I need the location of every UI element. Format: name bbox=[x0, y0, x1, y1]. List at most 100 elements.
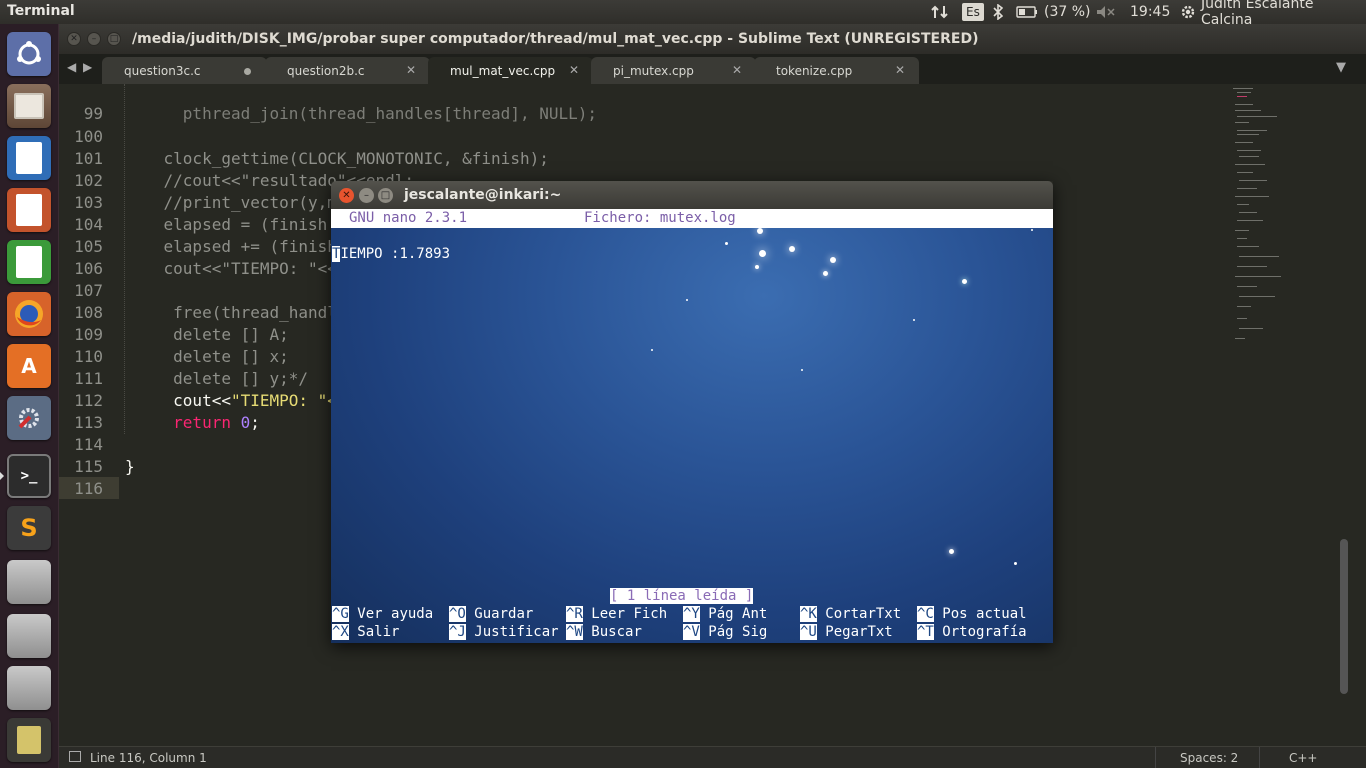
battery-icon[interactable] bbox=[1016, 3, 1038, 21]
ubuntu-logo-icon bbox=[7, 32, 51, 76]
network-transfer-icon[interactable] bbox=[931, 3, 949, 21]
line-number: 115 bbox=[74, 457, 103, 476]
star bbox=[1014, 562, 1017, 565]
firefox-icon bbox=[7, 292, 51, 336]
panel-toggle-icon[interactable] bbox=[69, 751, 81, 762]
launcher-files[interactable] bbox=[5, 82, 53, 130]
star bbox=[725, 242, 728, 245]
modified-dot-icon[interactable] bbox=[244, 68, 251, 75]
file-content-line[interactable]: TIEMPO :1.7893 bbox=[332, 246, 450, 262]
document-icon bbox=[7, 136, 51, 180]
launcher-system-settings[interactable] bbox=[5, 394, 53, 442]
clock[interactable]: 19:45 bbox=[1130, 3, 1170, 21]
close-icon[interactable]: ✕ bbox=[895, 63, 905, 77]
terminal-maximize-button[interactable]: □ bbox=[378, 188, 393, 203]
line-number: 101 bbox=[74, 149, 103, 168]
shortcut-save[interactable]: ^O Guardar bbox=[449, 606, 533, 622]
launcher-impress[interactable] bbox=[5, 186, 53, 234]
star bbox=[789, 246, 795, 252]
shortcut-prev-page[interactable]: ^Y Pág Ant bbox=[683, 606, 767, 622]
sublime-titlebar: ✕ – □ /media/judith/DISK_IMG/probar supe… bbox=[59, 24, 1366, 54]
terminal-title: jescalante@inkari:~ bbox=[404, 187, 562, 203]
shortcut-cur-pos[interactable]: ^C Pos actual bbox=[917, 606, 1027, 622]
tab-list-dropdown-icon[interactable]: ▼ bbox=[1336, 60, 1346, 75]
tab-bar: ◀ ▶ question3c.c question2b.c ✕ mul_mat_… bbox=[59, 54, 1366, 84]
star bbox=[913, 319, 915, 321]
keyboard-layout-indicator[interactable]: Es bbox=[962, 3, 984, 21]
settings-icon bbox=[7, 396, 51, 440]
shortcut-cut-text[interactable]: ^K CortarTxt bbox=[800, 606, 901, 622]
tab-mul-mat-vec[interactable]: mul_mat_vec.cpp ✕ bbox=[428, 57, 593, 84]
tab-tokenize[interactable]: tokenize.cpp ✕ bbox=[754, 57, 919, 84]
close-icon[interactable]: ✕ bbox=[569, 63, 579, 77]
line-number: 116 bbox=[74, 479, 103, 498]
tab-question3c[interactable]: question3c.c bbox=[102, 57, 267, 84]
close-icon[interactable]: ✕ bbox=[732, 63, 742, 77]
shortcut-next-page[interactable]: ^V Pág Sig bbox=[683, 624, 767, 640]
shortcut-where-is[interactable]: ^W Buscar bbox=[566, 624, 642, 640]
launcher-terminal[interactable]: >_ bbox=[5, 452, 53, 500]
top-panel: Terminal Es (37 %) 19:45 Judith Escalant… bbox=[0, 0, 1366, 28]
launcher-drive-3[interactable] bbox=[5, 664, 53, 712]
line-number: 99 bbox=[83, 104, 103, 123]
launcher-dash[interactable] bbox=[5, 30, 53, 78]
tab-scroll-right-icon[interactable]: ▶ bbox=[83, 60, 92, 74]
indentation-setting[interactable]: Spaces: 2 bbox=[1180, 751, 1238, 765]
terminal-titlebar[interactable]: ✕ – □ jescalante@inkari:~ bbox=[331, 181, 1053, 209]
star bbox=[755, 265, 759, 269]
sublime-close-button[interactable]: ✕ bbox=[67, 32, 81, 46]
terminal-body[interactable]: GNU nano 2.3.1 Fichero: mutex.log TIEMPO… bbox=[331, 209, 1053, 643]
launcher-firefox[interactable] bbox=[5, 290, 53, 338]
active-app-name: Terminal bbox=[7, 3, 75, 19]
syntax-setting[interactable]: C++ bbox=[1289, 751, 1318, 765]
code-line-104: elapsed = (finish. bbox=[125, 215, 337, 234]
launcher-software-center[interactable]: A bbox=[5, 342, 53, 390]
line-number: 104 bbox=[74, 215, 103, 234]
launcher-trash[interactable] bbox=[5, 716, 53, 764]
nano-filename: Fichero: mutex.log bbox=[584, 210, 736, 226]
minimap[interactable] bbox=[1231, 86, 1331, 346]
close-icon[interactable]: ✕ bbox=[406, 63, 416, 77]
code-line-110: delete [] x; bbox=[125, 347, 289, 366]
terminal-minimize-button[interactable]: – bbox=[359, 188, 374, 203]
gear-icon[interactable] bbox=[1179, 3, 1197, 21]
battery-percentage: (37 %) bbox=[1044, 4, 1091, 20]
presentation-icon bbox=[7, 188, 51, 232]
launcher-sublime-text[interactable]: S bbox=[5, 504, 53, 552]
code-line-101: clock_gettime(CLOCK_MONOTONIC, &finish); bbox=[125, 149, 549, 168]
launcher-calc[interactable] bbox=[5, 238, 53, 286]
sublime-maximize-button[interactable]: □ bbox=[107, 32, 121, 46]
code-line-105: elapsed += (finish bbox=[125, 237, 337, 256]
shortcut-exit[interactable]: ^X Salir bbox=[332, 624, 399, 640]
star bbox=[962, 279, 967, 284]
shortcut-uncut-text[interactable]: ^U PegarTxt bbox=[800, 624, 893, 640]
bluetooth-icon[interactable] bbox=[993, 3, 1003, 21]
tab-scroll-left-icon[interactable]: ◀ bbox=[67, 60, 76, 74]
terminal-close-button[interactable]: ✕ bbox=[339, 188, 354, 203]
shortcut-help[interactable]: ^G Ver ayuda bbox=[332, 606, 433, 622]
drive-icon bbox=[7, 666, 51, 710]
line-number: 107 bbox=[74, 281, 103, 300]
shortcut-spell[interactable]: ^T Ortografía bbox=[917, 624, 1027, 640]
vertical-scrollbar[interactable] bbox=[1340, 539, 1348, 694]
shopping-bag-icon: A bbox=[7, 344, 51, 388]
spreadsheet-icon bbox=[7, 240, 51, 284]
tab-label: tokenize.cpp bbox=[776, 64, 853, 78]
sublime-minimize-button[interactable]: – bbox=[87, 32, 101, 46]
line-number: 103 bbox=[74, 193, 103, 212]
star bbox=[801, 369, 803, 371]
launcher-writer[interactable] bbox=[5, 134, 53, 182]
shortcut-justify[interactable]: ^J Justificar bbox=[449, 624, 559, 640]
launcher-drive-2[interactable] bbox=[5, 612, 53, 660]
star bbox=[686, 299, 688, 301]
code-line-111: delete [] y;*/ bbox=[125, 369, 309, 388]
shortcut-read-file[interactable]: ^R Leer Fich bbox=[566, 606, 667, 622]
launcher-drive-1[interactable] bbox=[5, 558, 53, 606]
user-name[interactable]: Judith Escalante Calcina bbox=[1201, 0, 1366, 28]
code-line-106: cout<<"TIEMPO: "<< bbox=[125, 259, 337, 278]
line-number: 102 bbox=[74, 171, 103, 190]
tab-pi-mutex[interactable]: pi_mutex.cpp ✕ bbox=[591, 57, 756, 84]
tab-question2b[interactable]: question2b.c ✕ bbox=[265, 57, 430, 84]
drive-icon bbox=[7, 560, 51, 604]
volume-muted-icon[interactable] bbox=[1096, 3, 1116, 21]
